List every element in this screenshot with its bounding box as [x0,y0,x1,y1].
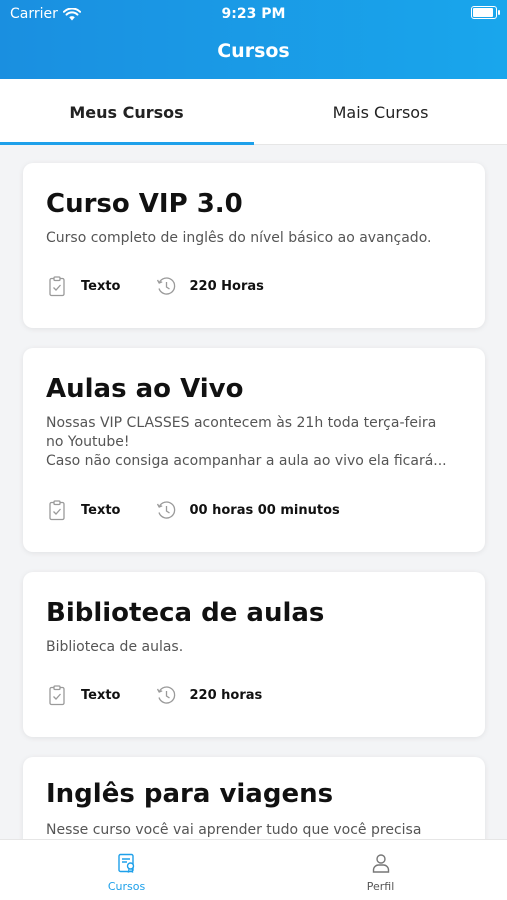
nav-cursos[interactable]: Cursos [0,840,253,900]
tab-label: Meus Cursos [69,102,184,122]
page-title: Cursos [217,40,290,62]
course-title: Curso VIP 3.0 [46,189,243,219]
app-header: Carrier 9:23 PM Cursos [0,0,507,79]
clock-icon [156,501,175,519]
clock-icon [156,277,175,295]
clock-icon [156,686,175,704]
status-time: 9:23 PM [221,6,286,22]
course-description: Nesse curso você vai aprender tudo que v… [46,822,422,838]
nav-label: Perfil [366,880,395,893]
tab-meus-cursos[interactable]: Meus Cursos [0,79,253,145]
nav-perfil[interactable]: Perfil [254,840,507,900]
course-duration: 220 horas [189,687,263,703]
course-title: Biblioteca de aulas [46,598,325,628]
battery-icon [471,6,500,19]
course-duration: 220 Horas [189,278,264,294]
course-card[interactable]: Biblioteca de aulas Biblioteca de aulas.… [23,572,485,737]
course-meta: Texto 220 Horas [46,275,264,297]
clipboard-icon [49,685,65,706]
course-type: Texto [81,502,121,518]
clipboard-icon [49,276,65,297]
course-duration: 00 horas 00 minutos [189,502,340,518]
course-description: Curso completo de inglês do nível básico… [46,230,432,246]
tab-label: Mais Cursos [332,102,429,122]
course-card[interactable]: Aulas ao Vivo Nossas VIP CLASSES acontec… [23,348,485,552]
course-meta: Texto 220 horas [46,684,262,706]
nav-label: Cursos [107,880,146,893]
status-bar: Carrier 9:23 PM [0,0,507,28]
course-tabs: Meus Cursos Mais Cursos [0,79,507,145]
tab-mais-cursos[interactable]: Mais Cursos [254,79,507,145]
course-type: Texto [81,687,121,703]
course-list[interactable]: Curso VIP 3.0 Curso completo de inglês d… [0,145,507,839]
courses-icon [117,853,134,874]
course-card[interactable]: Inglês para viagens Nesse curso você vai… [23,757,485,839]
course-description-line: Caso não consiga acompanhar a aula ao vi… [46,453,447,469]
course-title: Aulas ao Vivo [46,374,244,404]
clipboard-icon [49,500,65,521]
course-card[interactable]: Curso VIP 3.0 Curso completo de inglês d… [23,163,485,328]
profile-icon [372,854,389,873]
bottom-tab-bar: Cursos Perfil [0,839,507,900]
course-meta: Texto 00 horas 00 minutos [46,499,340,521]
course-description-line: no Youtube! [46,434,130,450]
course-type: Texto [81,278,121,294]
course-title: Inglês para viagens [46,779,334,809]
course-description: Biblioteca de aulas. [46,639,184,655]
course-description-line: Nossas VIP CLASSES acontecem às 21h toda… [46,415,437,431]
